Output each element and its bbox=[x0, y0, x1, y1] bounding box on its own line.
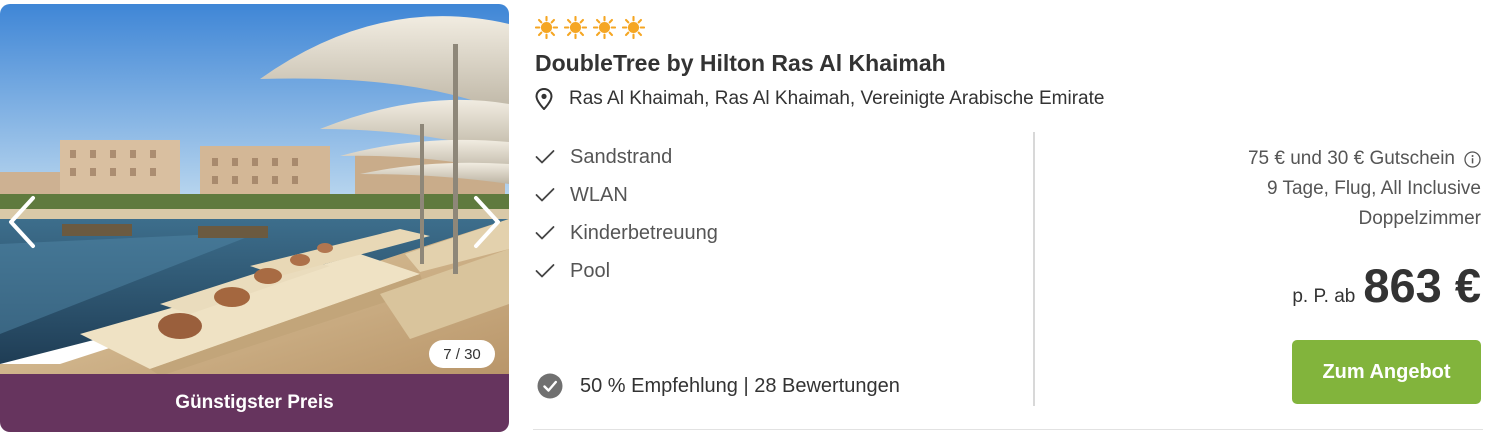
check-icon bbox=[535, 226, 555, 240]
image-counter: 7 / 30 bbox=[429, 340, 495, 368]
feature-label: Sandstrand bbox=[570, 145, 673, 168]
feature-item: Kinderbetreuung bbox=[535, 214, 718, 252]
price-value: 863 € bbox=[1363, 259, 1481, 312]
gallery-prev-button[interactable] bbox=[0, 192, 44, 252]
travel-details: 9 Tage, Flug, All Inclusive bbox=[1266, 178, 1481, 199]
feature-list: Sandstrand WLAN Kinderbetreuung Pool bbox=[535, 138, 718, 290]
info-icon[interactable] bbox=[1464, 150, 1481, 168]
sun-icon bbox=[622, 16, 645, 39]
check-circle-icon bbox=[537, 373, 563, 399]
cheapest-price-badge: Günstigster Preis bbox=[0, 374, 509, 432]
location-text: Ras Al Khaimah, Ras Al Khaimah, Vereinig… bbox=[569, 88, 1105, 109]
check-icon bbox=[535, 150, 555, 164]
price: p. P. ab 863 € bbox=[1292, 258, 1481, 313]
feature-label: Pool bbox=[570, 259, 611, 282]
to-offer-button[interactable]: Zum Angebot bbox=[1292, 340, 1481, 404]
feature-item: WLAN bbox=[535, 176, 718, 214]
voucher-line: 75 € und 30 € Gutschein bbox=[1248, 144, 1481, 174]
hotel-location: Ras Al Khaimah, Ras Al Khaimah, Vereinig… bbox=[535, 88, 1104, 110]
hotel-image-gallery[interactable]: 7 / 30 Günstigster Preis bbox=[0, 4, 509, 432]
check-icon bbox=[535, 264, 555, 278]
location-pin-icon bbox=[535, 88, 553, 110]
sun-icon bbox=[535, 16, 558, 39]
vertical-divider bbox=[1033, 132, 1035, 406]
hotel-name-link[interactable]: DoubleTree by Hilton Ras Al Khaimah bbox=[535, 50, 946, 77]
chevron-right-icon bbox=[474, 196, 500, 248]
recommendation-rating[interactable]: 50 % Empfehlung | 28 Bewertungen bbox=[537, 373, 900, 399]
voucher-text: 75 € und 30 € Gutschein bbox=[1247, 148, 1455, 169]
bottom-divider bbox=[533, 429, 1483, 430]
gallery-next-button[interactable] bbox=[465, 192, 509, 252]
sun-icon bbox=[564, 16, 587, 39]
sun-icon bbox=[593, 16, 616, 39]
hotel-photo[interactable] bbox=[0, 4, 509, 432]
feature-item: Pool bbox=[535, 252, 718, 290]
room-type: Doppelzimmer bbox=[1358, 208, 1481, 229]
feature-label: WLAN bbox=[570, 183, 628, 206]
check-icon bbox=[535, 188, 555, 202]
price-prefix: p. P. ab bbox=[1292, 286, 1356, 307]
hotel-category-stars bbox=[535, 16, 645, 39]
chevron-left-icon bbox=[9, 196, 35, 248]
feature-label: Kinderbetreuung bbox=[570, 221, 718, 244]
rating-text: 50 % Empfehlung | 28 Bewertungen bbox=[580, 374, 900, 397]
offer-details: 75 € und 30 € Gutschein 9 Tage, Flug, Al… bbox=[1248, 144, 1481, 234]
feature-item: Sandstrand bbox=[535, 138, 718, 176]
